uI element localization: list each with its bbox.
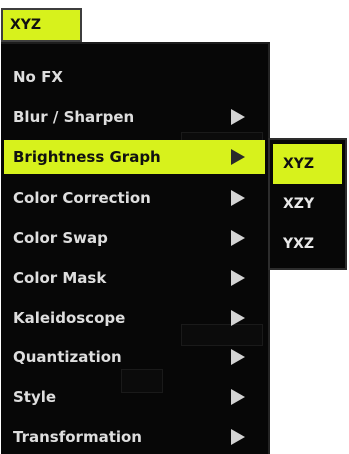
menu-item-label: Style <box>13 388 57 406</box>
menu-item-color-correction[interactable]: Color Correction <box>1 181 264 215</box>
menu-item-no-fx[interactable]: No FX <box>1 60 264 94</box>
triangle-right-icon <box>231 349 245 365</box>
fx-selector-button[interactable]: XYZ <box>1 8 82 42</box>
fx-dropdown-menu: No FX Blur / Sharpen Brightness Graph Co… <box>1 42 270 454</box>
menu-item-kaleidoscope[interactable]: Kaleidoscope <box>1 301 264 335</box>
menu-item-quantization[interactable]: Quantization <box>1 340 264 374</box>
brightness-graph-submenu: XYZ XZY YXZ <box>268 138 347 270</box>
menu-item-label: Blur / Sharpen <box>13 108 135 126</box>
triangle-right-icon <box>231 270 245 286</box>
triangle-right-icon <box>231 109 245 125</box>
menu-item-transformation[interactable]: Transformation <box>1 420 264 454</box>
menu-item-label: Kaleidoscope <box>13 309 126 327</box>
menu-item-label: Quantization <box>13 348 122 366</box>
triangle-right-icon <box>231 310 245 326</box>
submenu-item-label: XYZ <box>283 156 315 172</box>
triangle-right-icon <box>231 429 245 445</box>
menu-item-blur-sharpen[interactable]: Blur / Sharpen <box>1 100 264 134</box>
submenu-item-label: YXZ <box>283 236 315 252</box>
triangle-right-icon <box>231 149 245 165</box>
triangle-right-icon <box>231 230 245 246</box>
menu-item-style[interactable]: Style <box>1 380 264 414</box>
fx-selector-label: XYZ <box>10 17 42 33</box>
menu-item-label: No FX <box>13 68 63 86</box>
submenu-item-xzy[interactable]: XZY <box>273 184 342 224</box>
menu-item-label: Color Mask <box>13 269 107 287</box>
menu-item-color-swap[interactable]: Color Swap <box>1 221 264 255</box>
menu-item-color-mask[interactable]: Color Mask <box>1 261 264 295</box>
triangle-right-icon <box>231 190 245 206</box>
menu-item-label: Transformation <box>13 428 142 446</box>
menu-item-brightness-graph[interactable]: Brightness Graph <box>4 140 265 174</box>
menu-item-label: Color Correction <box>13 189 151 207</box>
menu-item-label: Brightness Graph <box>13 148 161 166</box>
submenu-item-label: XZY <box>283 196 315 212</box>
submenu-item-xyz[interactable]: XYZ <box>273 144 342 184</box>
triangle-right-icon <box>231 389 245 405</box>
submenu-item-yxz[interactable]: YXZ <box>273 224 342 264</box>
menu-item-label: Color Swap <box>13 229 108 247</box>
